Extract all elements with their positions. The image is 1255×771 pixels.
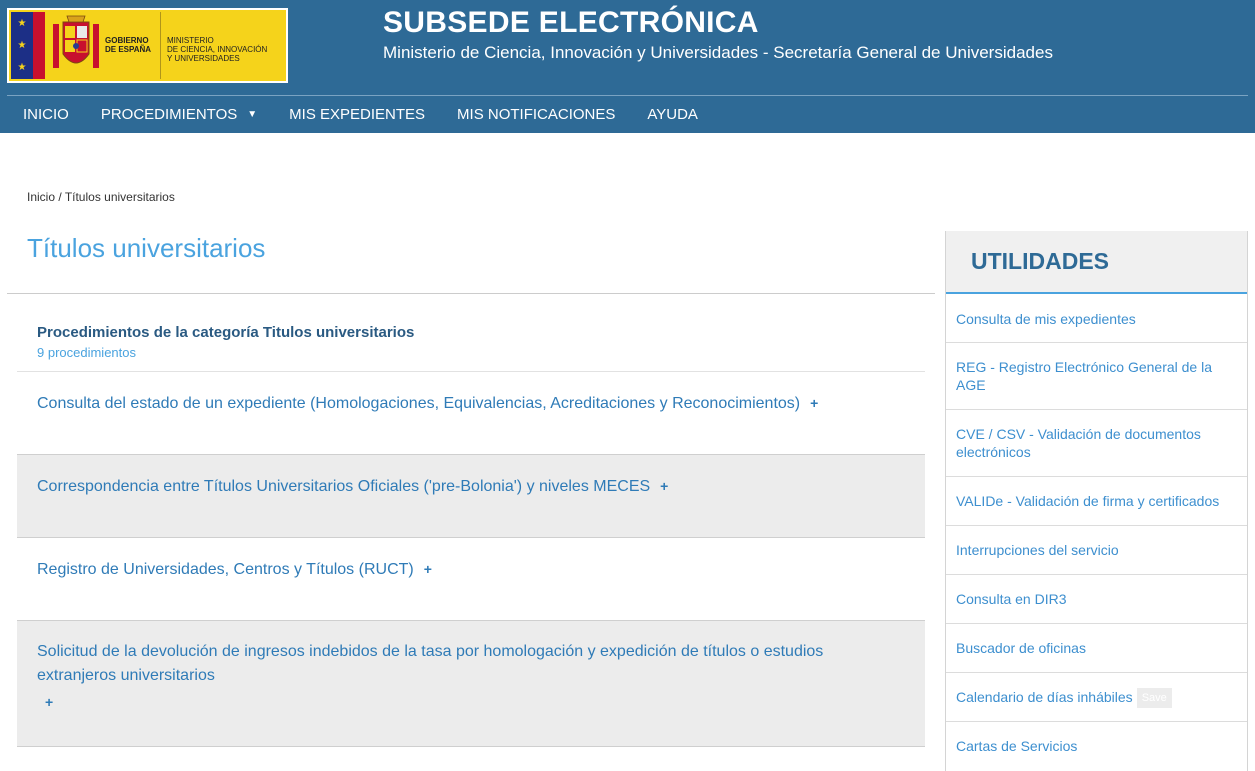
utilities-sidebar: UTILIDADES Consulta de mis expedientes R… — [945, 231, 1248, 771]
title-divider — [7, 293, 935, 294]
site-header: ★ ★ ★ GOBIERNO DE ESPAÑA MINISTERIO DE C… — [0, 0, 1255, 133]
expand-plus-icon[interactable]: + — [424, 561, 432, 577]
page-title: Títulos universitarios — [27, 233, 266, 263]
expand-plus-icon[interactable]: + — [810, 395, 818, 411]
procedure-item: Correspondencia entre Títulos Universita… — [17, 455, 925, 538]
procedure-count: 9 procedimientos — [37, 345, 136, 360]
sidebar-header: UTILIDADES — [946, 231, 1247, 294]
sidebar-item-reg[interactable]: REG - Registro Electrónico General de la… — [946, 343, 1247, 410]
sidebar-title: UTILIDADES — [971, 248, 1109, 274]
procedure-item: Solicitud de la devolución de ingresos i… — [17, 621, 925, 747]
procedure-item: Registro de Universidades, Centros y Tít… — [17, 538, 925, 621]
procedure-item: Consulta del estado de un expediente (Ho… — [17, 372, 925, 455]
gobierno-text: GOBIERNO DE ESPAÑA — [105, 36, 152, 54]
sidebar-item-interrupciones[interactable]: Interrupciones del servicio — [946, 526, 1247, 575]
sidebar-item-consulta-expedientes[interactable]: Consulta de mis expedientes — [946, 294, 1247, 343]
site-title: SUBSEDE ELECTRÓNICA — [383, 6, 759, 39]
star-icon: ★ — [17, 62, 27, 73]
breadcrumb-home[interactable]: Inicio — [27, 190, 55, 204]
nav-item-mis-notificaciones[interactable]: MIS NOTIFICACIONES — [441, 96, 631, 133]
breadcrumb: Inicio / Títulos universitarios — [27, 190, 175, 204]
caret-down-icon: ▼ — [247, 109, 258, 120]
procedure-link[interactable]: Correspondencia entre Títulos Universita… — [37, 478, 650, 495]
ministerio-text: MINISTERIO DE CIENCIA, INNOVACIÓN Y UNIV… — [167, 36, 268, 63]
sidebar-item-buscador-oficinas[interactable]: Buscador de oficinas — [946, 624, 1247, 673]
sidebar-item-label: Calendario de días inhábiles — [956, 689, 1133, 705]
nav-label: PROCEDIMIENTOS — [100, 106, 238, 123]
save-button[interactable]: Save — [1136, 688, 1172, 709]
sidebar-item-cartas-servicios[interactable]: Cartas de Servicios — [946, 722, 1247, 771]
main-nav: INICIO PROCEDIMIENTOS ▼ MIS EXPEDIENTES M… — [7, 96, 714, 133]
breadcrumb-separator: / — [55, 190, 65, 204]
procedure-link[interactable]: Consulta del estado de un expediente (Ho… — [37, 395, 800, 412]
breadcrumb-current: Títulos universitarios — [64, 190, 175, 204]
expand-plus-icon[interactable]: + — [660, 478, 668, 494]
nav-label: MIS EXPEDIENTES — [289, 106, 426, 123]
nav-label: INICIO — [23, 106, 69, 123]
government-logo[interactable]: ★ ★ ★ GOBIERNO DE ESPAÑA MINISTERIO DE C… — [7, 8, 288, 83]
flag-red-strip — [33, 12, 45, 79]
logo-background: ★ ★ ★ GOBIERNO DE ESPAÑA MINISTERIO DE C… — [9, 10, 286, 81]
nav-item-mis-expedientes[interactable]: MIS EXPEDIENTES — [273, 96, 441, 133]
star-icon: ★ — [17, 18, 27, 29]
nav-label: MIS NOTIFICACIONES — [457, 106, 616, 123]
procedure-link[interactable]: Solicitud de la devolución de ingresos i… — [37, 640, 837, 688]
nav-item-inicio[interactable]: INICIO — [7, 96, 85, 133]
site-subtitle: Ministerio de Ciencia, Innovación y Univ… — [383, 43, 1053, 62]
nav-item-procedimientos[interactable]: PROCEDIMIENTOS ▼ — [85, 96, 273, 133]
star-icon: ★ — [17, 40, 27, 51]
sidebar-item-dir3[interactable]: Consulta en DIR3 — [946, 575, 1247, 624]
expand-plus-icon[interactable]: + — [45, 694, 53, 710]
sidebar-item-valide[interactable]: VALIDe - Validación de firma y certifica… — [946, 477, 1247, 526]
nav-item-ayuda[interactable]: AYUDA — [631, 96, 714, 133]
eu-flag-strip: ★ ★ ★ — [11, 12, 33, 79]
logo-divider — [160, 12, 161, 79]
nav-label: AYUDA — [647, 106, 698, 123]
category-heading: Procedimientos de la categoría Titulos u… — [37, 324, 415, 341]
procedure-link[interactable]: Registro de Universidades, Centros y Tít… — [37, 561, 414, 578]
sidebar-item-calendario[interactable]: Calendario de días inhábiles Save — [946, 673, 1247, 722]
sidebar-item-cve-csv[interactable]: CVE / CSV - Validación de documentos ele… — [946, 410, 1247, 477]
coat-of-arms-icon — [53, 15, 99, 68]
